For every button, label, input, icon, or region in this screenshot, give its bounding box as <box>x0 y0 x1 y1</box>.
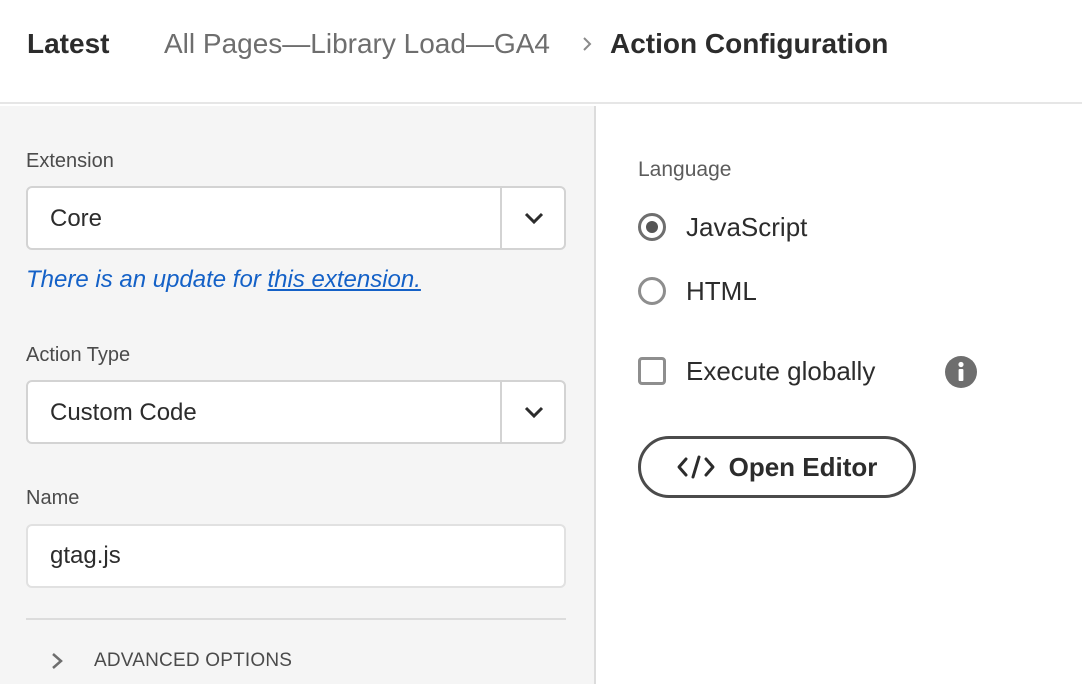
action-type-select-value: Custom Code <box>50 399 197 426</box>
extension-update-link[interactable]: this extension. <box>267 266 420 293</box>
radio-html[interactable]: HTML <box>638 274 757 308</box>
select-divider <box>500 188 502 248</box>
info-icon[interactable] <box>944 355 978 389</box>
execute-globally-label: Execute globally <box>686 355 876 386</box>
divider <box>26 618 566 620</box>
extension-update-note: There is an update for this extension. <box>26 266 421 294</box>
radio-html-label: HTML <box>686 275 757 306</box>
header-bar: Latest All Pages—Library Load—GA4 Action… <box>0 0 1082 104</box>
extension-select[interactable]: Core <box>26 186 566 250</box>
radio-button-selected[interactable] <box>638 213 666 241</box>
right-panel: Language JavaScript HTML Execute globall… <box>598 106 1082 684</box>
chevron-right-icon <box>52 653 63 669</box>
latest-label[interactable]: Latest <box>27 28 109 60</box>
name-label: Name <box>26 487 80 509</box>
radio-javascript-label: JavaScript <box>686 211 808 242</box>
execute-globally-row: Execute globally <box>638 354 875 388</box>
language-label: Language <box>638 158 732 181</box>
chevron-down-icon[interactable] <box>524 210 544 226</box>
action-type-select[interactable]: Custom Code <box>26 380 566 444</box>
radio-button[interactable] <box>638 277 666 305</box>
left-panel: Extension Core There is an update for th… <box>0 106 596 684</box>
page-title: Action Configuration <box>610 28 889 59</box>
open-editor-button[interactable]: Open Editor <box>638 436 916 498</box>
action-type-label: Action Type <box>26 344 131 366</box>
open-editor-label: Open Editor <box>728 451 878 482</box>
name-input[interactable] <box>26 524 566 588</box>
update-note-text: There is an update for <box>26 266 268 293</box>
radio-javascript[interactable]: JavaScript <box>638 210 807 244</box>
execute-globally-checkbox[interactable] <box>638 357 666 385</box>
chevron-down-icon[interactable] <box>524 404 544 420</box>
chevron-right-icon <box>583 37 592 51</box>
extension-label: Extension <box>26 150 114 172</box>
advanced-options-label: ADVANCED OPTIONS <box>94 650 293 671</box>
extension-select-value: Core <box>50 205 103 232</box>
advanced-options-toggle[interactable]: ADVANCED OPTIONS <box>50 646 292 676</box>
code-icon <box>677 455 715 479</box>
select-divider <box>500 382 502 442</box>
breadcrumb-parent[interactable]: All Pages—Library Load—GA4 <box>164 28 550 60</box>
